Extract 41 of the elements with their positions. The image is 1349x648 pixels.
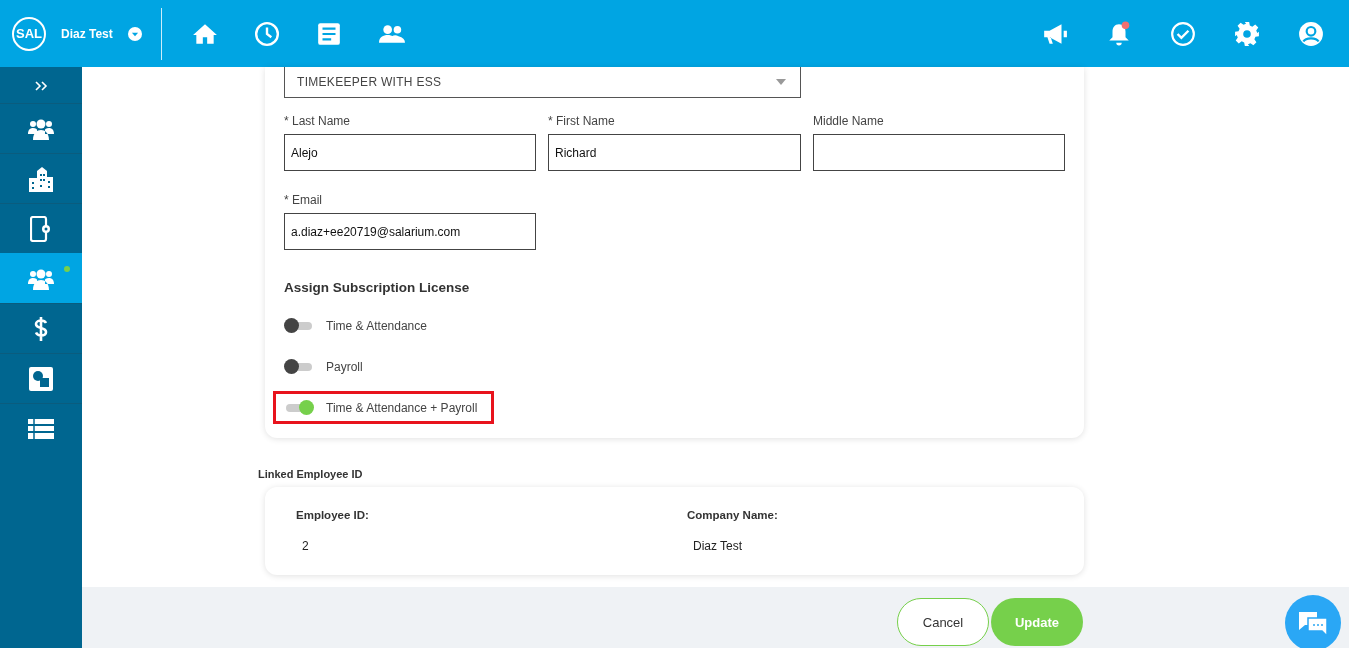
sidebar-item[interactable] — [0, 253, 82, 303]
field-label: * Last Name — [284, 114, 352, 128]
column-value: Diaz Test — [692, 539, 744, 553]
section-title: Linked Employee ID — [258, 468, 364, 480]
input-field[interactable]: a.diaz+ee20719@salarium.com — [284, 213, 536, 250]
column-value: 2 — [301, 539, 310, 553]
toggle-switch[interactable] — [286, 403, 312, 412]
list-icon — [28, 418, 54, 439]
people-icon — [28, 267, 54, 290]
field-label: * First Name — [548, 114, 616, 128]
settings-icon[interactable] — [1234, 20, 1260, 47]
logo-icon: SAL — [12, 16, 46, 51]
chat-icon[interactable] — [1285, 595, 1341, 648]
field-label: Middle Name — [813, 114, 885, 128]
input-field[interactable] — [813, 134, 1065, 171]
column-heading: Company Name: — [687, 509, 779, 521]
column-heading: Employee ID: — [296, 509, 370, 521]
input-field[interactable]: Richard — [548, 134, 801, 171]
toggle-switch[interactable] — [286, 362, 312, 371]
building-icon — [29, 165, 53, 192]
role-select[interactable]: TIMEKEEPER WITH ESS — [284, 67, 801, 98]
people-icon — [28, 117, 54, 140]
document-icon[interactable] — [316, 20, 342, 47]
dropdown-icon[interactable] — [127, 26, 142, 41]
bell-icon[interactable] — [1106, 20, 1132, 47]
toggle-label: Time & Attendance — [326, 318, 427, 333]
field-label: * Email — [284, 193, 323, 207]
expand-icon[interactable] — [34, 81, 48, 91]
user-profile-icon[interactable] — [1298, 20, 1324, 47]
clock-icon[interactable] — [254, 20, 280, 47]
shapes-icon — [29, 366, 53, 391]
section-heading: Assign Subscription License — [284, 280, 471, 295]
dollar-icon — [33, 315, 49, 342]
cancel-button[interactable]: Cancel — [897, 598, 989, 646]
toggle-label: Payroll — [326, 359, 363, 374]
toggle-label: Time & Attendance + Payroll — [326, 400, 478, 415]
check-circle-icon[interactable] — [1170, 20, 1196, 47]
device-settings-icon — [30, 215, 52, 242]
caret-icon — [776, 79, 786, 85]
toggle-switch[interactable] — [286, 321, 312, 330]
input-field[interactable]: Alejo — [284, 134, 536, 171]
